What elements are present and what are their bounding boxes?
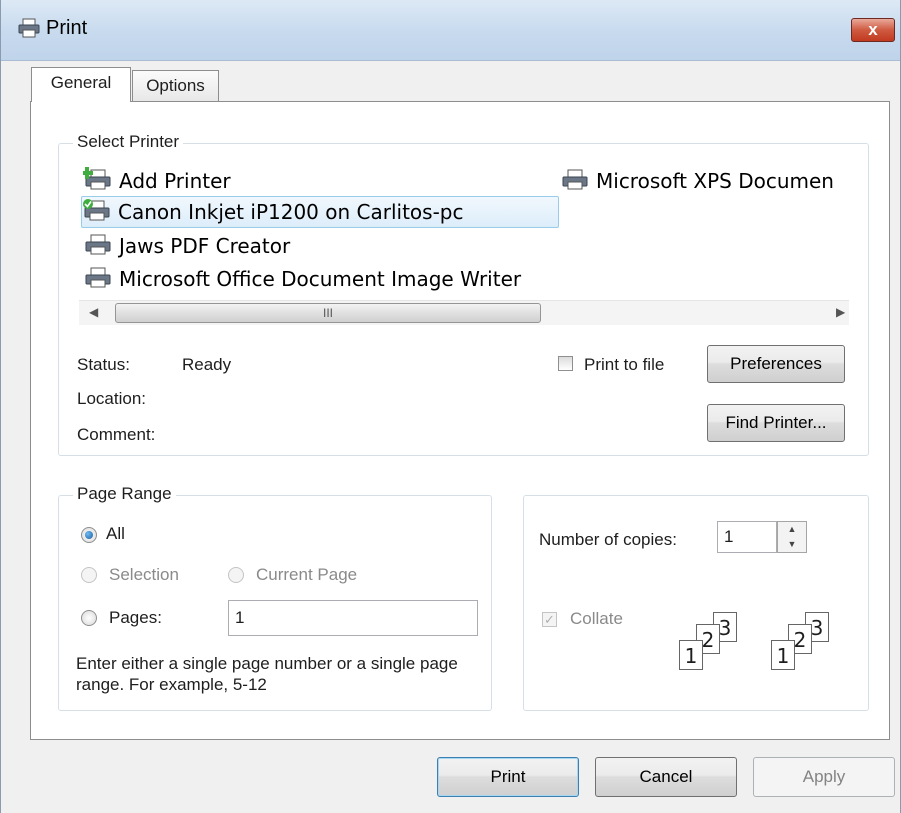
find-printer-button[interactable]: Find Printer... (707, 404, 845, 442)
page-range-pages-radio[interactable] (81, 610, 97, 626)
cancel-button[interactable]: Cancel (595, 757, 737, 797)
printer-item-ms-office-image-writer[interactable]: Microsoft Office Document Image Writer (83, 264, 521, 294)
printer-icon (18, 18, 40, 43)
scroll-right-icon[interactable]: ▶ (836, 305, 845, 319)
page-range-all-radio[interactable] (81, 527, 97, 543)
pages-input-value: 1 (235, 608, 245, 627)
printer-item-jaws-pdf[interactable]: Jaws PDF Creator (83, 231, 290, 261)
page-range-selection-radio[interactable] (81, 567, 97, 583)
printer-item-microsoft-xps[interactable]: Microsoft XPS Documen (560, 166, 834, 196)
collate-page: 1 (771, 640, 795, 670)
close-button[interactable]: x (851, 18, 895, 42)
apply-button-label: Apply (802, 767, 846, 786)
collate-checkbox[interactable]: ✓ (542, 612, 557, 627)
add-printer-icon (81, 166, 117, 199)
title-bar[interactable]: Print x (1, 0, 900, 61)
page-range-all-label[interactable]: All (106, 524, 125, 544)
copies-input-value: 1 (724, 527, 734, 546)
collate-page-label: 1 (776, 644, 790, 668)
location-label: Location: (77, 389, 146, 408)
apply-button[interactable]: Apply (753, 757, 895, 797)
printer-label: Add Printer (119, 169, 231, 193)
window-title: Print (46, 17, 88, 39)
collate-page-label: 2 (701, 628, 715, 652)
page-range-hint: Enter either a single page number or a s… (76, 654, 458, 694)
page-range-current-page-radio[interactable] (228, 567, 244, 583)
printer-item-canon-inkjet[interactable]: Canon Inkjet iP1200 on Carlitos-pc (81, 196, 559, 228)
collate-page-label: 3 (718, 616, 732, 640)
pages-input[interactable]: 1 (228, 600, 478, 636)
collate-illustration-2: 3 2 1 (761, 610, 841, 680)
printer-label: Canon Inkjet iP1200 on Carlitos-pc (118, 200, 464, 224)
preferences-button[interactable]: Preferences (707, 345, 845, 383)
printer-icon (560, 167, 594, 199)
printer-label: Microsoft Office Document Image Writer (119, 267, 522, 291)
print-button[interactable]: Print (437, 757, 579, 797)
copies-spinner[interactable]: ▲ ▼ (777, 521, 807, 553)
default-printer-icon (82, 198, 116, 230)
cancel-button-label: Cancel (639, 767, 693, 786)
preferences-button-label: Preferences (730, 354, 822, 373)
tab-options[interactable]: Options (132, 70, 219, 102)
status-value: Ready (182, 355, 232, 374)
spin-down-icon[interactable]: ▼ (778, 537, 806, 552)
page-range-pages-label[interactable]: Pages: (109, 608, 162, 628)
printer-list-scrollbar[interactable]: ◀ III ▶ (79, 300, 849, 325)
find-printer-button-label: Find Printer... (725, 413, 827, 432)
select-printer-legend: Select Printer (73, 132, 184, 152)
copies-input[interactable]: 1 (717, 521, 777, 553)
spin-up-icon[interactable]: ▲ (778, 522, 806, 537)
page-range-selection-label[interactable]: Selection (109, 565, 179, 585)
printer-icon (83, 265, 117, 297)
scroll-thumb[interactable]: III (115, 303, 541, 323)
copies-label: Number of copies: (539, 530, 677, 549)
print-button-label: Print (490, 767, 526, 786)
collate-page-label: 2 (793, 628, 807, 652)
collate-page-label: 3 (810, 616, 824, 640)
scroll-thumb-grip: III (322, 306, 333, 320)
collate-illustration-1: 3 2 1 (669, 610, 749, 680)
tab-general-label: General (50, 73, 112, 92)
collate-page: 1 (679, 640, 703, 670)
comment-label: Comment: (77, 425, 156, 444)
close-icon: x (868, 20, 878, 39)
printer-label: Jaws PDF Creator (119, 234, 291, 258)
print-to-file-checkbox[interactable] (558, 356, 573, 371)
print-to-file-label[interactable]: Print to file (584, 355, 664, 375)
collate-page-label: 1 (684, 644, 698, 668)
print-dialog: Print x General Options Select Printer A… (0, 0, 901, 813)
status-label: Status: (77, 355, 130, 374)
scroll-left-icon[interactable]: ◀ (89, 305, 98, 319)
printer-label: Microsoft XPS Documen (596, 169, 834, 193)
printer-item-add-printer[interactable]: Add Printer (81, 166, 231, 199)
tab-general[interactable]: General (31, 67, 131, 102)
page-range-legend: Page Range (73, 484, 176, 504)
page-range-current-page-label[interactable]: Current Page (256, 565, 357, 585)
tab-options-label: Options (146, 76, 205, 95)
printer-icon (83, 232, 117, 264)
collate-label[interactable]: Collate (570, 609, 623, 629)
